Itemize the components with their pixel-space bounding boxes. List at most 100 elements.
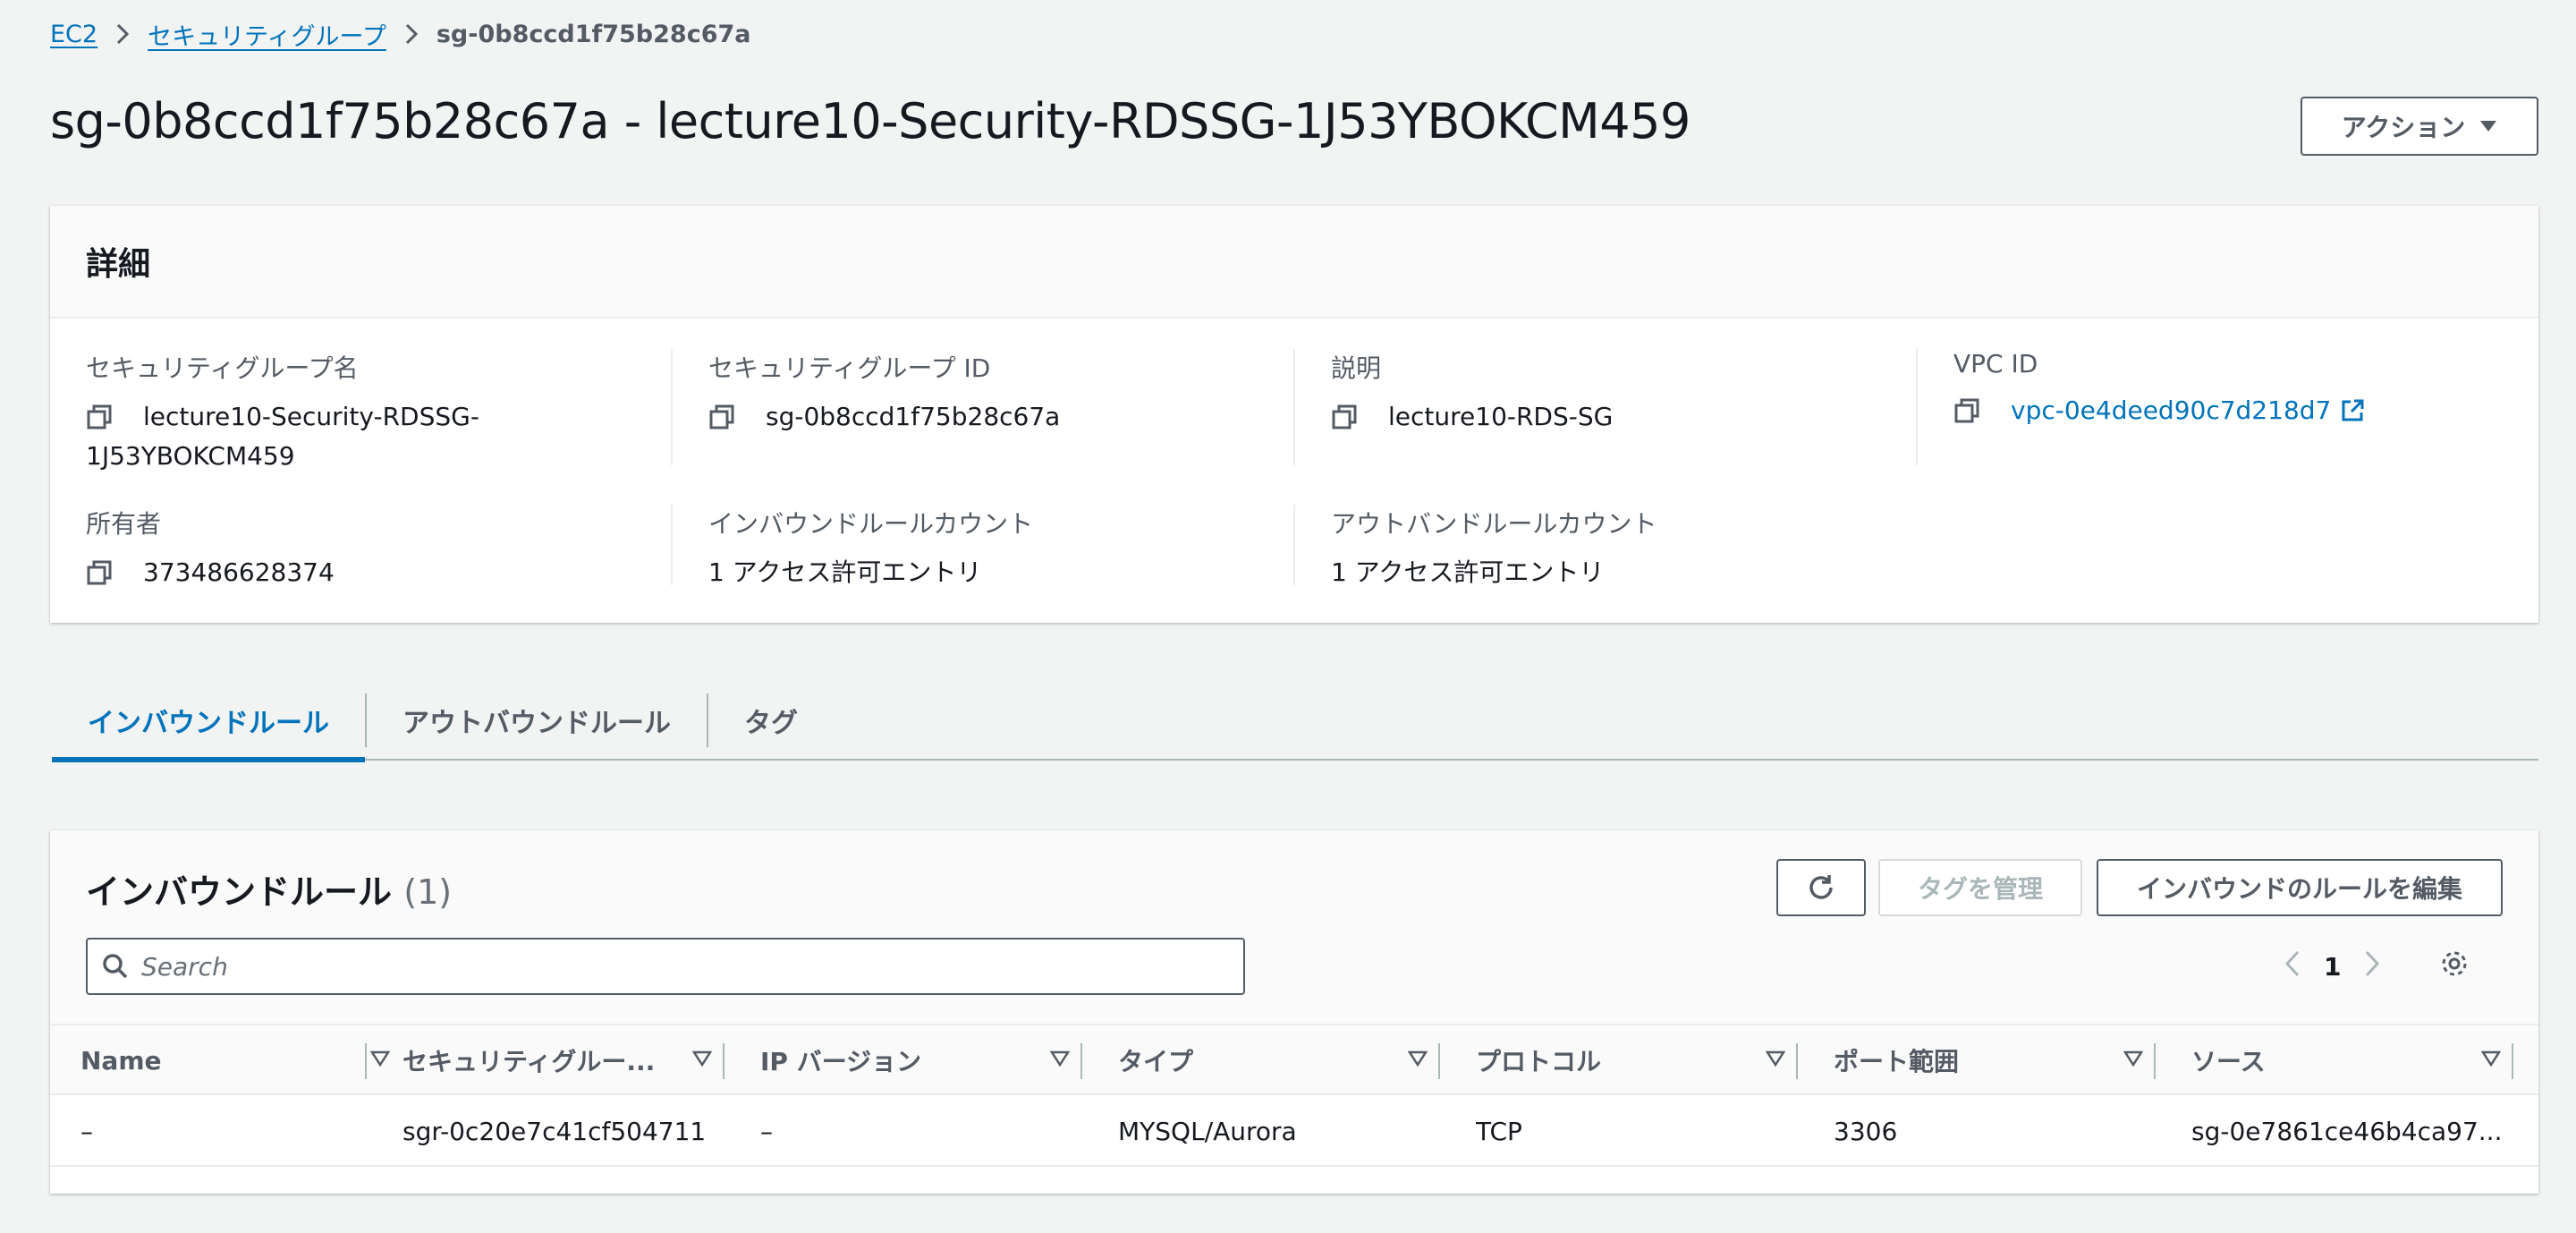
column-header-security-group-rule[interactable]: セキュリティグルー... xyxy=(402,1025,737,1095)
column-divider xyxy=(1438,1043,1440,1079)
page-number[interactable]: 1 xyxy=(2324,952,2341,982)
sort-icon[interactable] xyxy=(1408,1050,1428,1067)
column-divider xyxy=(2154,1043,2156,1079)
sg-name-value-cont: 1J53YBOKCM459 xyxy=(86,441,295,471)
column-header-port-range[interactable]: ポート範囲 xyxy=(1834,1025,2168,1095)
cell-type: MYSQL/Aurora xyxy=(1118,1116,1297,1146)
copy-icon[interactable] xyxy=(708,397,766,437)
column-divider xyxy=(1916,349,1918,465)
column-divider xyxy=(365,1043,367,1079)
inbound-rules-title-text: インバウンドルール xyxy=(86,872,393,912)
details-header: 詳細 xyxy=(50,206,2538,319)
table-row[interactable]: – sgr-0c20e7c41cf504711 – MYSQL/Aurora T… xyxy=(50,1095,2538,1167)
owner-field: 所有者 373486628374 xyxy=(86,505,335,592)
page-title: sg-0b8ccd1f75b28c67a - lecture10-Securit… xyxy=(50,93,1690,149)
edit-inbound-rules-button[interactable]: インバウンドのルールを編集 xyxy=(2097,859,2503,916)
vpc-id-link[interactable]: vpc-0e4deed90c7d218d7 xyxy=(2011,391,2331,430)
column-header-ip-version[interactable]: IP バージョン xyxy=(760,1025,1095,1095)
outbound-count-field: アウトバンドルールカウント 1 アクセス許可エントリ xyxy=(1331,505,1657,592)
tab-inbound-rules[interactable]: インバウンドルール xyxy=(52,680,365,762)
column-divider xyxy=(671,505,673,585)
column-header-label: プロトコル xyxy=(1476,1047,1602,1076)
column-divider xyxy=(723,1043,724,1079)
actions-button-label: アクション xyxy=(2341,114,2466,141)
copy-icon[interactable] xyxy=(86,397,143,437)
pagination: 1 xyxy=(2284,940,2470,993)
column-header-label: タイプ xyxy=(1118,1047,1194,1076)
cell-name: – xyxy=(80,1116,93,1146)
gear-icon[interactable] xyxy=(2439,948,2470,985)
breadcrumb: EC2 セキュリティグループ sg-0b8ccd1f75b28c67a xyxy=(50,16,751,52)
chevron-right-icon xyxy=(386,23,436,45)
sort-icon[interactable] xyxy=(2481,1050,2501,1067)
cell-protocol: TCP xyxy=(1476,1116,1522,1146)
chevron-left-icon[interactable] xyxy=(2284,950,2301,983)
vpc-id-field: VPC ID vpc-0e4deed90c7d218d7 xyxy=(1953,349,2365,430)
column-header-label: IP バージョン xyxy=(760,1047,922,1076)
sg-name-label: セキュリティグループ名 xyxy=(86,353,359,383)
sg-id-value: sg-0b8ccd1f75b28c67a xyxy=(766,402,1061,431)
column-header-label: ソース xyxy=(2191,1047,2266,1076)
column-header-label: ポート範囲 xyxy=(1834,1047,1960,1076)
details-panel: 詳細 セキュリティグループ名 lecture10-Security-RDSSG-… xyxy=(50,206,2538,623)
inbound-rules-title: インバウンドルール (1) xyxy=(86,864,452,914)
breadcrumb-ec2-link[interactable]: EC2 xyxy=(50,21,97,48)
description-field: 説明 lecture10-RDS-SG xyxy=(1331,349,1613,437)
column-divider xyxy=(2512,1043,2513,1079)
refresh-icon xyxy=(1809,875,1833,899)
breadcrumb-security-groups-link[interactable]: セキュリティグループ xyxy=(148,17,386,52)
copy-icon[interactable] xyxy=(1331,397,1388,437)
inbound-count-value: 1 アクセス許可エントリ xyxy=(708,557,982,587)
cell-port-range: 3306 xyxy=(1834,1116,1898,1146)
owner-value: 373486628374 xyxy=(143,557,335,587)
sort-icon[interactable] xyxy=(1766,1050,1785,1067)
vpc-id-label: VPC ID xyxy=(1953,349,2038,378)
inbound-count-field: インバウンドルールカウント 1 アクセス許可エントリ xyxy=(708,505,1033,592)
manage-tags-button[interactable]: タグを管理 xyxy=(1878,859,2082,916)
column-header-protocol[interactable]: プロトコル xyxy=(1476,1025,1810,1095)
sg-name-field: セキュリティグループ名 lecture10-Security-RDSSG- 1J… xyxy=(86,349,479,476)
column-divider xyxy=(1293,349,1295,465)
inbound-rules-panel: インバウンドルール (1) タグを管理 インバウンドのルールを編集 1 xyxy=(50,830,2538,1194)
cell-security-group-rule-id: sgr-0c20e7c41cf504711 xyxy=(402,1116,707,1146)
description-value: lecture10-RDS-SG xyxy=(1388,402,1614,431)
table-header: Name セキュリティグルー... IP バージョン タイプ プロトコル ポート… xyxy=(50,1024,2538,1095)
chevron-right-icon[interactable] xyxy=(2364,950,2380,983)
search-box xyxy=(86,938,1245,995)
tab-bar: インバウンドルール アウトバウンドルール タグ xyxy=(52,680,2538,762)
column-divider xyxy=(671,349,673,465)
cell-ip-version: – xyxy=(760,1116,773,1146)
sg-name-value: lecture10-Security-RDSSG- xyxy=(143,402,479,431)
sort-icon[interactable] xyxy=(2123,1050,2143,1067)
refresh-button[interactable] xyxy=(1776,859,1866,916)
details-heading: 詳細 xyxy=(86,246,151,283)
copy-icon[interactable] xyxy=(1953,391,2011,430)
column-divider xyxy=(1080,1043,1082,1079)
inbound-count-label: インバウンドルールカウント xyxy=(708,509,1034,539)
sg-id-label: セキュリティグループ ID xyxy=(708,353,991,383)
cell-source: sg-0e7861ce46b4ca97... xyxy=(2191,1116,2503,1146)
actions-dropdown-button[interactable]: アクション xyxy=(2301,97,2538,156)
inbound-rules-count: (1) xyxy=(403,872,453,912)
column-header-type[interactable]: タイプ xyxy=(1118,1025,1453,1095)
sort-icon[interactable] xyxy=(1050,1050,1070,1067)
search-input[interactable] xyxy=(141,951,1215,982)
caret-down-icon xyxy=(2480,121,2497,132)
column-header-source[interactable]: ソース xyxy=(2191,1025,2526,1095)
external-link-icon[interactable] xyxy=(2340,391,2365,430)
column-divider xyxy=(1796,1043,1798,1079)
sort-icon[interactable] xyxy=(370,1050,390,1067)
owner-label: 所有者 xyxy=(86,509,162,539)
search-icon xyxy=(103,954,128,979)
chevron-right-icon xyxy=(97,23,148,45)
copy-icon[interactable] xyxy=(86,553,143,592)
inbound-rules-header: インバウンドルール (1) タグを管理 インバウンドのルールを編集 1 xyxy=(50,830,2538,1024)
description-label: 説明 xyxy=(1331,353,1382,383)
tab-tags[interactable]: タグ xyxy=(708,680,834,761)
sort-icon[interactable] xyxy=(692,1050,712,1067)
outbound-count-value: 1 アクセス許可エントリ xyxy=(1331,557,1605,587)
column-header-label: Name xyxy=(80,1045,162,1076)
outbound-count-label: アウトバンドルールカウント xyxy=(1331,509,1657,539)
sg-id-field: セキュリティグループ ID sg-0b8ccd1f75b28c67a xyxy=(708,349,1060,437)
tab-outbound-rules[interactable]: アウトバウンドルール xyxy=(367,680,707,761)
